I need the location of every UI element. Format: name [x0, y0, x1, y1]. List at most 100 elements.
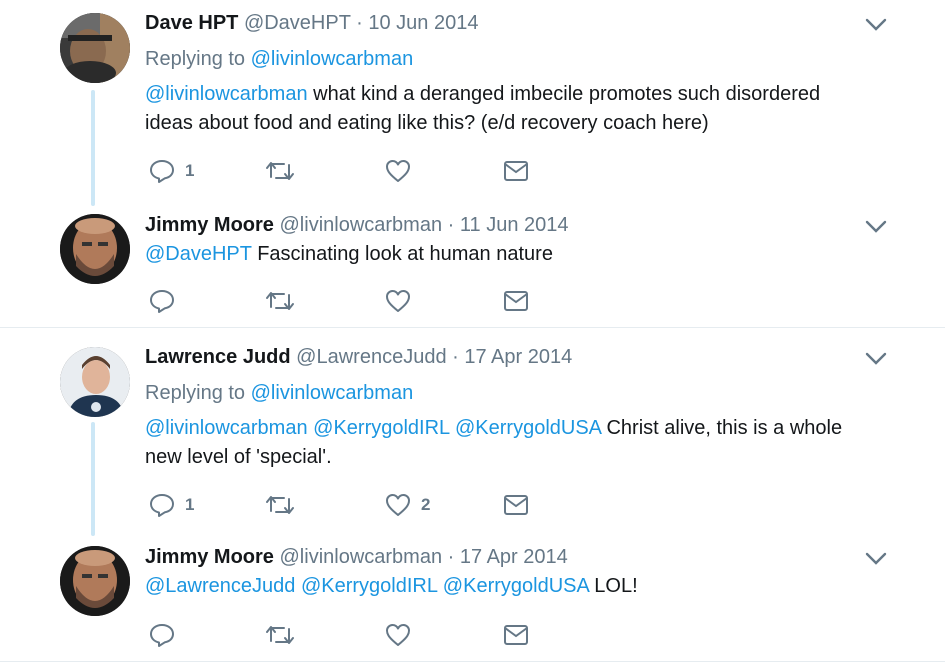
more-options-button[interactable] [865, 552, 887, 566]
tweet-actions: 1 [145, 156, 565, 186]
separator-dot: · [356, 12, 363, 34]
tweet-lawrence-judd[interactable]: Lawrence Judd @LawrenceJudd · 17 Apr 201… [0, 344, 945, 524]
mention-link[interactable]: @livinlowcarbman [145, 83, 308, 105]
more-options-button[interactable] [865, 18, 887, 32]
retweet-icon [266, 292, 294, 310]
envelope-icon [504, 495, 528, 515]
reply-icon [150, 624, 174, 647]
retweet-button[interactable] [265, 286, 305, 316]
replying-to-link[interactable]: @livinlowcarbman [251, 382, 414, 404]
tweet-actions [145, 620, 565, 650]
tweet-date[interactable]: 17 Apr 2014 [460, 546, 568, 568]
author-handle[interactable]: @livinlowcarbman [280, 546, 443, 568]
avatar[interactable] [60, 214, 130, 284]
chevron-down-icon [865, 352, 887, 365]
envelope-icon [504, 625, 528, 645]
tweet-date[interactable]: 10 Jun 2014 [368, 12, 478, 34]
retweet-button[interactable] [265, 620, 305, 650]
retweet-button[interactable] [265, 156, 305, 186]
reply-icon [150, 160, 174, 183]
mention-link[interactable]: @KerrygoldUSA [455, 417, 601, 439]
replying-to: Replying to @livinlowcarbman [145, 380, 413, 406]
avatar[interactable] [60, 546, 130, 616]
reply-button[interactable] [149, 286, 185, 316]
author-name[interactable]: Jimmy Moore [145, 546, 274, 568]
author-name[interactable]: Lawrence Judd [145, 346, 291, 368]
reply-count: 1 [185, 161, 195, 180]
envelope-icon [504, 291, 528, 311]
mention-link[interactable]: @DaveHPT [145, 243, 252, 265]
reply-count: 1 [185, 495, 195, 514]
tweet-actions: 1 2 [145, 490, 565, 520]
retweet-icon [266, 496, 294, 514]
separator-dot: · [452, 346, 459, 368]
tweet-text: @livinlowcarbman what kind a deranged im… [145, 80, 875, 138]
tweet-jimmy-moore-lol[interactable]: Jimmy Moore @livinlowcarbman · 17 Apr 20… [0, 544, 945, 656]
mention-link[interactable]: @KerrygoldIRL [301, 575, 437, 597]
tweet-header: Dave HPT @DaveHPT · 10 Jun 2014 [145, 10, 478, 36]
like-button[interactable] [385, 286, 421, 316]
thread-lawrence-judd: Lawrence Judd @LawrenceJudd · 17 Apr 201… [0, 328, 945, 662]
author-name[interactable]: Jimmy Moore [145, 214, 274, 236]
retweet-button[interactable] [265, 490, 305, 520]
direct-message-button[interactable] [503, 286, 529, 316]
avatar[interactable] [60, 347, 130, 417]
tweet-text-line: what kind a deranged imbecile promotes s… [313, 83, 821, 105]
direct-message-button[interactable] [503, 620, 529, 650]
replying-to: Replying to @livinlowcarbman [145, 46, 413, 72]
tweet-text: @LawrenceJudd @KerrygoldIRL @KerrygoldUS… [145, 572, 875, 601]
separator-dot: · [447, 546, 455, 568]
reply-button[interactable]: 1 [149, 490, 194, 520]
mention-link[interactable]: @KerrygoldIRL [313, 417, 449, 439]
author-handle[interactable]: @DaveHPT [244, 12, 351, 34]
like-button[interactable]: 2 [385, 490, 430, 520]
heart-icon [386, 290, 410, 312]
envelope-icon [504, 161, 528, 181]
tweet-text: @DaveHPT Fascinating look at human natur… [145, 240, 875, 269]
direct-message-button[interactable] [503, 156, 529, 186]
tweet-header: Jimmy Moore @livinlowcarbman · 11 Jun 20… [145, 212, 569, 238]
tweet-header: Jimmy Moore @livinlowcarbman · 17 Apr 20… [145, 544, 568, 570]
tweet-text-line: LOL! [594, 575, 638, 597]
author-handle[interactable]: @LawrenceJudd [296, 346, 446, 368]
like-count: 2 [421, 495, 431, 514]
avatar[interactable] [60, 13, 130, 83]
direct-message-button[interactable] [503, 490, 529, 520]
more-options-button[interactable] [865, 352, 887, 366]
retweet-icon [266, 626, 294, 644]
tweet-text-line: new level of 'special'. [145, 446, 332, 468]
more-options-button[interactable] [865, 220, 887, 234]
replying-label: Replying to [145, 382, 246, 404]
chevron-down-icon [865, 220, 887, 233]
heart-icon [386, 160, 410, 182]
thread-dave-hpt: Dave HPT @DaveHPT · 10 Jun 2014 Replying… [0, 0, 945, 328]
replying-label: Replying to [145, 48, 246, 70]
tweet-text-line: Fascinating look at human nature [257, 243, 553, 265]
separator-dot: · [447, 214, 455, 236]
tweet-text-line: Christ alive, this is a whole [606, 417, 843, 439]
like-button[interactable] [385, 156, 421, 186]
tweet-header: Lawrence Judd @LawrenceJudd · 17 Apr 201… [145, 344, 572, 370]
like-button[interactable] [385, 620, 421, 650]
reply-button[interactable]: 1 [149, 156, 194, 186]
chevron-down-icon [865, 552, 887, 565]
chevron-down-icon [865, 18, 887, 31]
heart-icon [386, 624, 410, 646]
reply-icon [150, 290, 174, 313]
tweet-date[interactable]: 17 Apr 2014 [464, 346, 572, 368]
tweet-dave-hpt[interactable]: Dave HPT @DaveHPT · 10 Jun 2014 Replying… [0, 10, 945, 190]
mention-link[interactable]: @LawrenceJudd [145, 575, 295, 597]
author-name[interactable]: Dave HPT [145, 12, 238, 34]
heart-icon [386, 494, 410, 516]
reply-button[interactable] [149, 620, 185, 650]
tweet-date[interactable]: 11 Jun 2014 [460, 214, 569, 236]
tweet-text: @livinlowcarbman @KerrygoldIRL @Kerrygol… [145, 414, 875, 472]
tweet-actions [145, 286, 565, 316]
tweet-text-line: ideas about food and eating like this? (… [145, 112, 709, 134]
retweet-icon [266, 162, 294, 180]
author-handle[interactable]: @livinlowcarbman [280, 214, 443, 236]
tweet-jimmy-moore-reply[interactable]: Jimmy Moore @livinlowcarbman · 11 Jun 20… [0, 212, 945, 322]
mention-link[interactable]: @livinlowcarbman [145, 417, 308, 439]
replying-to-link[interactable]: @livinlowcarbman [251, 48, 414, 70]
mention-link[interactable]: @KerrygoldUSA [443, 575, 589, 597]
